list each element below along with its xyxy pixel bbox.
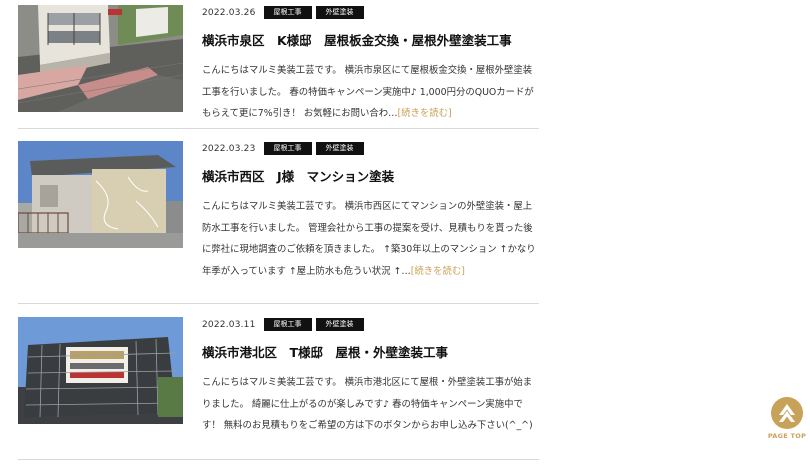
post-item: 2022.03.11 屋根工事 外壁塗装 横浜市港北区 T様邸 屋根・外壁塗装工… (18, 317, 539, 460)
apartment-photo (18, 141, 183, 248)
page-top-circle[interactable] (771, 397, 803, 429)
post-excerpt: こんにちはマルミ美装工芸です。 横浜市西区にてマンションの外壁塗装・屋上防水工事… (202, 196, 539, 282)
post-excerpt: こんにちはマルミ美装工芸です。 横浜市泉区にて屋根板金交換・屋根外壁塗装工事を行… (202, 60, 539, 125)
post-thumbnail[interactable] (18, 141, 183, 248)
excerpt-text: こんにちはマルミ美装工芸です。 横浜市西区にてマンションの外壁塗装・屋上防水工事… (202, 201, 536, 277)
chevron-up-icon (779, 404, 795, 422)
category-tag[interactable]: 外壁塗装 (315, 142, 364, 155)
post-title[interactable]: 横浜市港北区 T様邸 屋根・外壁塗装工事 (202, 343, 539, 363)
post-item: 2022.03.26 屋根工事 外壁塗装 横浜市泉区 K様邸 屋根板金交換・屋根… (18, 5, 539, 129)
page-top-label: PAGE TOP (767, 432, 807, 440)
post-excerpt: こんにちはマルミ美装工芸です。 横浜市港北区にて屋根・外壁塗装工事が始まりました… (202, 372, 539, 437)
category-tag[interactable]: 外壁塗装 (315, 6, 364, 19)
scaffolding-photo (18, 317, 183, 424)
post-thumbnail[interactable] (18, 5, 183, 112)
post-title[interactable]: 横浜市泉区 K様邸 屋根板金交換・屋根外壁塗装工事 (202, 31, 539, 51)
category-tag[interactable]: 屋根工事 (263, 142, 312, 155)
excerpt-text: こんにちはマルミ美装工芸です。 横浜市港北区にて屋根・外壁塗装工事が始まりました… (202, 377, 533, 431)
read-more-link[interactable]: [続きを読む] (411, 266, 465, 277)
category-tag[interactable]: 屋根工事 (263, 6, 312, 19)
category-tag[interactable]: 外壁塗装 (315, 318, 364, 331)
post-item: 2022.03.23 屋根工事 外壁塗装 横浜市西区 J様 マンション塗装 こん… (18, 141, 539, 304)
rooftop-photo (18, 5, 183, 112)
post-date: 2022.03.23 (202, 143, 256, 154)
excerpt-text: こんにちはマルミ美装工芸です。 横浜市泉区にて屋根板金交換・屋根外壁塗装工事を行… (202, 65, 534, 119)
post-thumbnail[interactable] (18, 317, 183, 424)
read-more-link[interactable]: [続きを読む] (398, 108, 452, 119)
post-date: 2022.03.11 (202, 319, 256, 330)
category-tag[interactable]: 屋根工事 (263, 318, 312, 331)
post-date: 2022.03.26 (202, 7, 256, 18)
post-title[interactable]: 横浜市西区 J様 マンション塗装 (202, 167, 539, 187)
page-top-button[interactable]: PAGE TOP (767, 397, 807, 440)
